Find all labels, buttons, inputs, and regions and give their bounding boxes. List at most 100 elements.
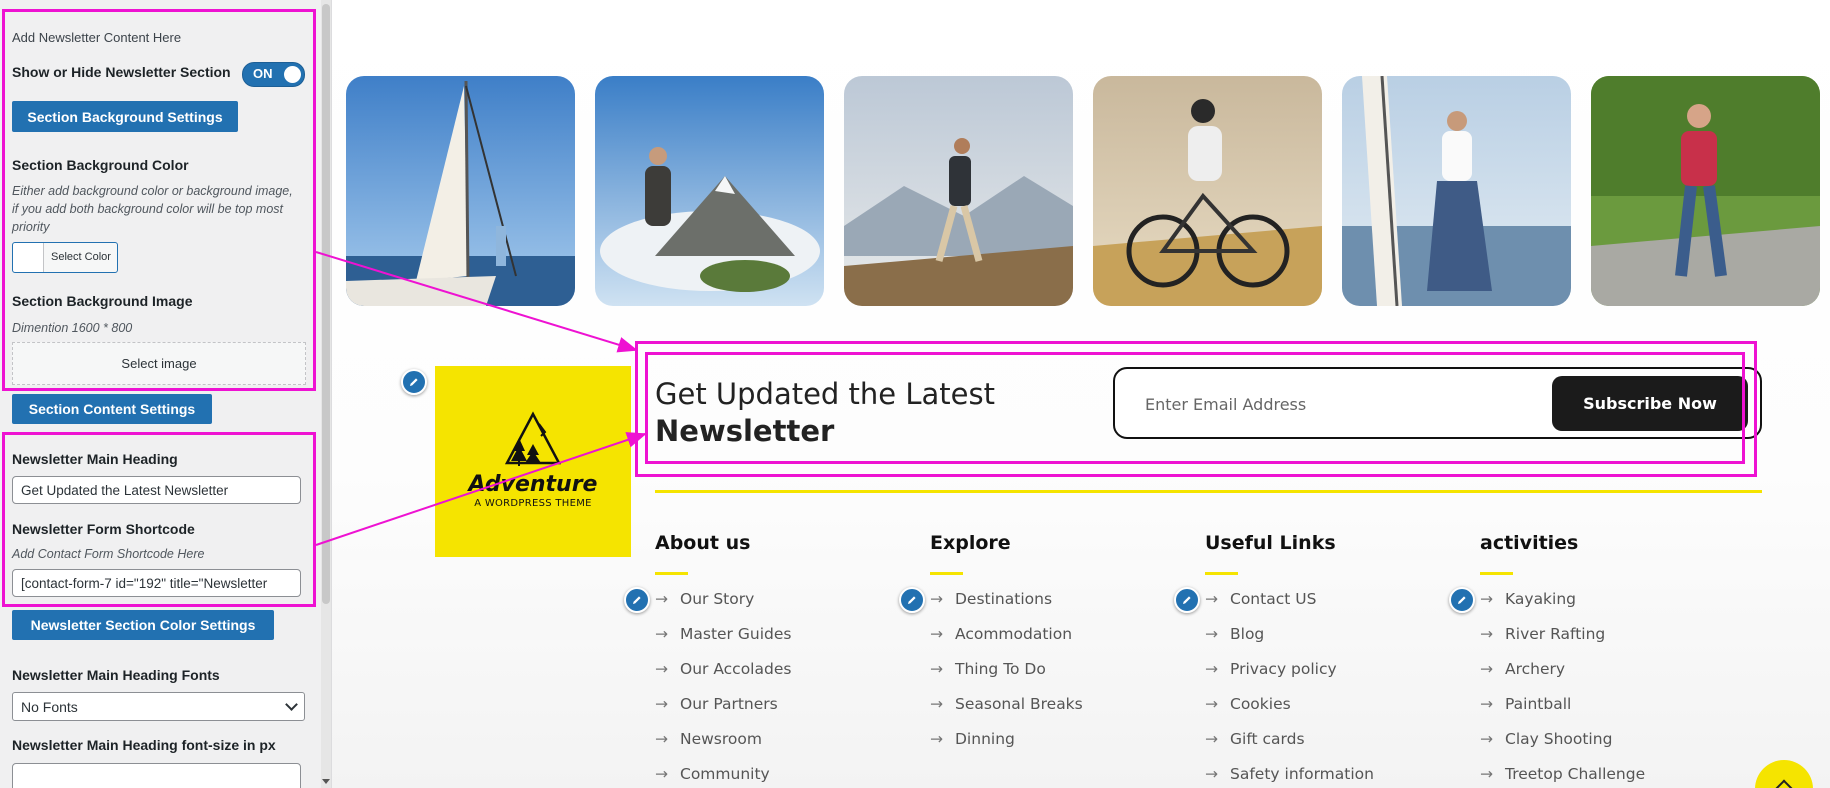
chevron-up-icon <box>1775 779 1793 788</box>
footer-link-label: Acommodation <box>955 625 1073 643</box>
footer-link[interactable]: → Acommodation <box>930 625 1072 643</box>
footer-link-label: Thing To Do <box>955 660 1046 678</box>
footer-col-underline <box>1205 572 1238 575</box>
footer-link-label: Kayaking <box>1505 590 1577 608</box>
edit-useful-links-pencil-icon[interactable] <box>1174 587 1200 613</box>
footer-link[interactable]: → Thing To Do <box>930 660 1046 678</box>
arrow-right-icon: → <box>655 695 668 713</box>
arrow-right-icon: → <box>1480 660 1493 678</box>
footer-link[interactable]: → Treetop Challenge <box>1480 765 1645 783</box>
main-heading-input[interactable]: Get Updated the Latest Newsletter <box>12 476 301 504</box>
arrow-right-icon: → <box>655 730 668 748</box>
footer-link[interactable]: → Paintball <box>1480 695 1571 713</box>
font-size-label: Newsletter Main Heading font-size in px <box>12 737 276 753</box>
main-heading-label: Newsletter Main Heading <box>12 451 178 467</box>
arrow-right-icon: → <box>655 625 668 643</box>
heading-fonts-value: No Fonts <box>21 698 78 715</box>
color-swatch <box>13 243 44 272</box>
photo-sailing-woman <box>1342 76 1571 306</box>
footer-link-label: Contact US <box>1230 590 1317 608</box>
toggle-state-label: ON <box>253 66 273 81</box>
footer-link[interactable]: → Destinations <box>930 590 1052 608</box>
arrow-right-icon: → <box>1480 625 1493 643</box>
select-color-button[interactable]: Select Color <box>12 242 118 273</box>
arrow-right-icon: → <box>655 765 668 783</box>
bg-settings-button[interactable]: Section Background Settings <box>12 101 238 132</box>
footer-link-label: Treetop Challenge <box>1505 765 1646 783</box>
footer-link[interactable]: → Archery <box>1480 660 1565 678</box>
footer-link[interactable]: → Safety information <box>1205 765 1374 783</box>
content-settings-button[interactable]: Section Content Settings <box>12 394 212 424</box>
adventure-logo[interactable]: Adventure A WORDPRESS THEME <box>435 366 631 557</box>
scroll-down-arrow-icon[interactable] <box>322 779 330 784</box>
footer-link[interactable]: → Blog <box>1205 625 1264 643</box>
footer-link[interactable]: → Dinning <box>930 730 1015 748</box>
logo-name: Adventure <box>468 472 598 497</box>
footer-link[interactable]: → Community <box>655 765 770 783</box>
arrow-right-icon: → <box>930 590 943 608</box>
footer-col-underline <box>655 572 688 575</box>
footer-link[interactable]: → Our Accolades <box>655 660 791 678</box>
subscribe-button[interactable]: Subscribe Now <box>1552 376 1748 431</box>
arrow-right-icon: → <box>1205 660 1218 678</box>
footer-link[interactable]: → Newsroom <box>655 730 762 748</box>
arrow-right-icon: → <box>1205 625 1218 643</box>
footer-link-label: Clay Shooting <box>1505 730 1613 748</box>
footer-link[interactable]: → Privacy policy <box>1205 660 1337 678</box>
footer-link-label: Dinning <box>955 730 1015 748</box>
photo-hiker-island <box>595 76 824 306</box>
scrollbar-thumb[interactable] <box>322 4 330 604</box>
footer-link[interactable]: → Gift cards <box>1205 730 1305 748</box>
newsletter-heading-line2: Newsletter <box>655 414 835 448</box>
footer-link[interactable]: → Clay Shooting <box>1480 730 1612 748</box>
edit-activities-pencil-icon[interactable] <box>1449 587 1475 613</box>
footer-link-label: Our Accolades <box>680 660 792 678</box>
arrow-right-icon: → <box>1480 590 1493 608</box>
site-preview: Adventure A WORDPRESS THEME Get Updated … <box>332 0 1830 788</box>
edit-explore-pencil-icon[interactable] <box>899 587 925 613</box>
color-settings-button[interactable]: Newsletter Section Color Settings <box>12 610 274 640</box>
heading-fonts-select[interactable]: No Fonts <box>12 692 305 721</box>
footer-col-underline <box>1480 572 1513 575</box>
footer-link-label: Cookies <box>1230 695 1291 713</box>
arrow-right-icon: → <box>930 625 943 643</box>
footer-link[interactable]: → River Rafting <box>1480 625 1605 643</box>
footer-link[interactable]: → Our Story <box>655 590 754 608</box>
footer-link[interactable]: → Seasonal Breaks <box>930 695 1083 713</box>
font-size-input[interactable] <box>12 763 301 788</box>
footer-link-label: Gift cards <box>1230 730 1305 748</box>
footer-divider <box>655 490 1762 493</box>
arrow-right-icon: → <box>1205 730 1218 748</box>
bg-color-description: Either add background color or backgroun… <box>12 184 293 234</box>
arrow-right-icon: → <box>655 590 668 608</box>
arrow-right-icon: → <box>1205 590 1218 608</box>
footer-link[interactable]: → Kayaking <box>1480 590 1576 608</box>
footer-link[interactable]: → Cookies <box>1205 695 1291 713</box>
scroll-to-top-button[interactable] <box>1755 760 1813 788</box>
shortcode-label: Newsletter Form Shortcode <box>12 521 195 537</box>
newsletter-form: Enter Email Address Subscribe Now <box>1113 367 1762 439</box>
email-input[interactable]: Enter Email Address <box>1145 395 1306 414</box>
select-image-button[interactable]: Select image <box>12 342 306 385</box>
footer-link-label: Paintball <box>1505 695 1572 713</box>
panel-scrollbar[interactable] <box>321 0 331 788</box>
footer-link[interactable]: → Master Guides <box>655 625 791 643</box>
newsletter-heading-line1: Get Updated the Latest <box>655 377 995 411</box>
footer-col-underline <box>930 572 963 575</box>
newsletter-heading: Get Updated the Latest Newsletter <box>655 376 995 450</box>
shortcode-input[interactable]: [contact-form-7 id="192" title="Newslett… <box>12 569 301 597</box>
shortcode-description: Add Contact Form Shortcode Here <box>12 547 205 561</box>
footer-link-label: Destinations <box>955 590 1053 608</box>
arrow-right-icon: → <box>1480 730 1493 748</box>
footer-link[interactable]: → Contact US <box>1205 590 1316 608</box>
footer-link[interactable]: → Our Partners <box>655 695 778 713</box>
heading-fonts-label: Newsletter Main Heading Fonts <box>12 667 220 683</box>
footer-link-label: Privacy policy <box>1230 660 1337 678</box>
photo-cyclist <box>1093 76 1322 306</box>
edit-about-pencil-icon[interactable] <box>624 587 650 613</box>
logo-tagline: A WORDPRESS THEME <box>474 498 592 509</box>
edit-logo-pencil-icon[interactable] <box>401 369 427 395</box>
show-hide-toggle[interactable]: ON <box>242 62 305 87</box>
footer-link-label: Newsroom <box>680 730 762 748</box>
toggle-knob <box>284 66 301 83</box>
